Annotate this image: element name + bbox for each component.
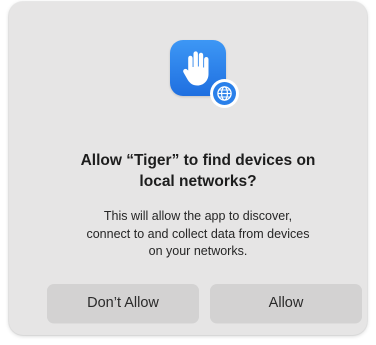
dialog-message-line: on your networks. xyxy=(148,244,248,258)
allow-button[interactable]: Allow xyxy=(210,284,362,323)
dialog-message-line: This will allow the app to discover, xyxy=(103,209,293,223)
dont-allow-button[interactable]: Don’t Allow xyxy=(47,284,199,323)
dialog-title-line: local networks? xyxy=(139,173,257,190)
permission-dialog: Allow “Tiger” to find devices on local n… xyxy=(9,2,367,335)
globe-icon xyxy=(210,79,239,108)
dialog-title-line: Allow “Tiger” to find devices on xyxy=(80,152,316,169)
dialog-message-line: connect to and collect data from devices xyxy=(86,226,310,241)
dialog-title: Allow “Tiger” to find devices on local n… xyxy=(29,150,367,192)
dialog-message: This will allow the app to discover, con… xyxy=(29,208,367,261)
